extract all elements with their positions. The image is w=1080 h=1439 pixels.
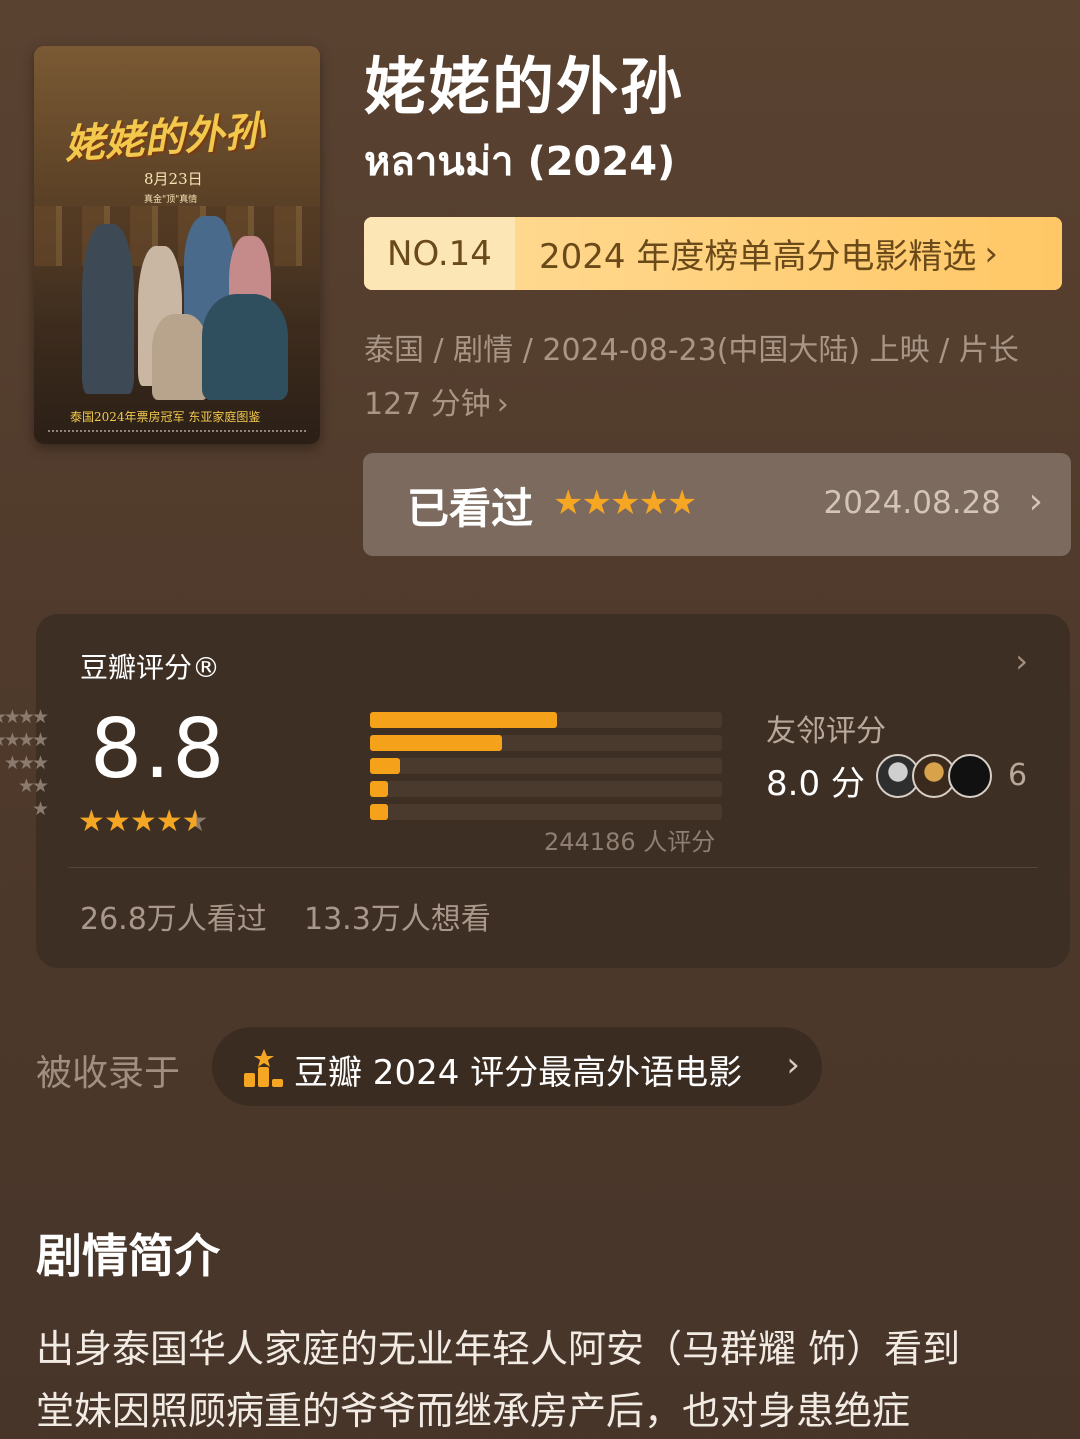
distribution-bar <box>370 735 502 751</box>
distribution-stars: ★ <box>31 798 49 820</box>
friends-rating-score: 8.0 分 <box>766 764 865 804</box>
distribution-track <box>370 758 722 774</box>
ranking-list-link[interactable]: 2024 年度榜单高分电影精选 › <box>515 217 1062 290</box>
meta-runtime: 127 分钟 <box>364 387 491 422</box>
ranking-podium-icon <box>244 1049 283 1087</box>
collected-label: 被收录于 <box>36 1053 181 1094</box>
distribution-row: ★★★★ <box>0 729 756 753</box>
distribution-track <box>370 712 722 728</box>
distribution-row: ★★★ <box>4 752 756 776</box>
summary-heading: 剧情简介 <box>36 1229 220 1283</box>
watched-count[interactable]: 26.8万人看过 <box>80 894 267 938</box>
distribution-track <box>370 781 722 797</box>
distribution-row: ★★★★★ <box>0 706 756 730</box>
meta-line-runtime: 127 分钟 › <box>364 378 1064 432</box>
poster-title-art: 姥姥的外孙 <box>62 107 266 169</box>
friends-avatars[interactable] <box>876 754 1006 798</box>
watched-status-button[interactable]: 已看过 ★★★★★ 2024.08.28 › <box>363 453 1071 556</box>
movie-poster[interactable]: 姥姥的外孙 8月23日 真金"顶"真情 泰国2024年票房冠军 东亚家庭图鉴 <box>34 46 320 444</box>
douban-rating-card[interactable]: 豆瓣评分® › 8.8 ★★★★★ ★★★★★★★★★★★★★★★ 244186… <box>0 614 1070 968</box>
chevron-right-icon: › <box>1028 481 1043 522</box>
movie-original-title: หลานม่า (2024) <box>364 139 676 185</box>
distribution-row: ★ <box>32 798 756 822</box>
divider <box>68 867 1038 868</box>
distribution-stars: ★★★★★ <box>0 706 49 728</box>
collection-link[interactable]: 豆瓣 2024 评分最高外语电影 › <box>212 1027 822 1106</box>
distribution-bar <box>370 804 388 820</box>
distribution-track <box>370 804 722 820</box>
poster-figure <box>152 314 208 400</box>
distribution-bar <box>370 758 400 774</box>
summary-text: 出身泰国华人家庭的无业年轻人阿安（马群耀 饰）看到 堂妹因照顾病重的爷爷而继承房… <box>36 1318 1076 1439</box>
chevron-right-icon: › <box>496 387 509 422</box>
meta-line: 泰国 / 剧情 / 2024-08-23(中国大陆) 上映 / 片长 <box>364 333 1019 368</box>
distribution-stars: ★★★★ <box>0 729 49 751</box>
friends-rating-label: 友邻评分 <box>766 714 886 749</box>
poster-background-shelves <box>34 206 320 266</box>
avatar <box>948 754 992 798</box>
movie-meta-info[interactable]: 泰国 / 剧情 / 2024-08-23(中国大陆) 上映 / 片长 127 分… <box>364 324 1064 432</box>
poster-tagline: 泰国2024年票房冠军 东亚家庭图鉴 <box>70 410 261 424</box>
chevron-right-icon: › <box>786 1045 800 1085</box>
distribution-track <box>370 735 722 751</box>
ranking-label: 2024 年度榜单高分电影精选 <box>539 237 977 277</box>
rating-label: 豆瓣评分® <box>80 651 221 684</box>
distribution-stars: ★★★ <box>3 752 49 774</box>
distribution-stars: ★★ <box>17 775 49 797</box>
distribution-bar <box>370 781 388 797</box>
distribution-row: ★★ <box>18 775 756 799</box>
want-count[interactable]: 13.3万人想看 <box>304 894 491 938</box>
poster-release-date: 8月23日 <box>144 170 203 188</box>
chevron-right-icon: › <box>984 233 998 274</box>
ranking-number: NO.14 <box>364 217 515 290</box>
poster-credits <box>48 430 306 434</box>
watched-date: 2024.08.28 <box>823 485 1002 521</box>
collection-title: 豆瓣 2024 评分最高外语电影 <box>294 1053 743 1093</box>
user-rating-stars: ★★★★★ <box>553 483 697 523</box>
ranking-banner[interactable]: NO.14 2024 年度榜单高分电影精选 › <box>364 217 1062 290</box>
summary-line: 出身泰国华人家庭的无业年轻人阿安（马群耀 饰）看到 <box>36 1327 961 1371</box>
rating-count: 244186 人评分 <box>544 828 716 856</box>
movie-title: 姥姥的外孙 <box>364 50 685 123</box>
chevron-right-icon[interactable]: › <box>1015 642 1028 680</box>
summary-line: 堂妹因照顾病重的爷爷而继承房产后，也对身患绝症 <box>36 1389 911 1433</box>
poster-subtitle: 真金"顶"真情 <box>144 195 198 205</box>
poster-figure <box>82 224 134 394</box>
friends-count: 6 <box>1008 758 1028 793</box>
watched-label: 已看过 <box>407 484 534 533</box>
poster-figure <box>202 294 288 400</box>
distribution-bar <box>370 712 557 728</box>
